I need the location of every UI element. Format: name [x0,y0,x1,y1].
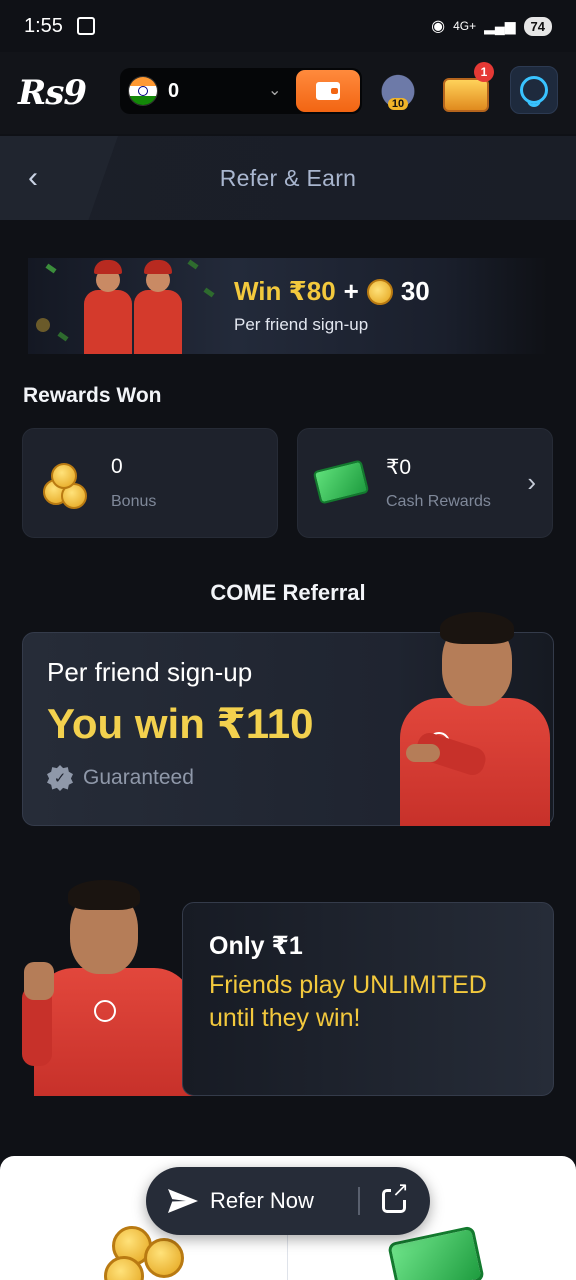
battery-indicator: 74 [523,16,552,36]
unlimited-play-card: Only ₹1 Friends play UNLIMITED until the… [182,902,554,1096]
guaranteed-label: ✓ Guaranteed [47,765,194,791]
fan-figure [134,260,182,354]
wallet-icon [316,82,340,100]
cash-rewards-card[interactable]: ₹0 Cash Rewards › [297,428,553,538]
win-card-subtitle: Per friend sign-up [47,657,253,687]
ambassador-figure-thumbs-up [20,876,198,1096]
balance-amount: 0 [168,79,180,102]
status-time: 1:55 [24,14,63,37]
network-type: 4G+ [453,19,477,33]
app-header: Rs9 0 ⌄ 10 1 [0,52,576,134]
only-price-text: Only ₹1 [209,932,303,960]
promo-win-amount: Win ₹80 [234,276,336,306]
promo-coin-amount: 30 [400,276,430,306]
bonus-value: 0 [111,455,123,478]
send-icon [168,1189,198,1213]
hotspot-icon: ◉ [431,18,446,35]
signal-icon: ▂▄▆ [484,17,516,34]
promo-plus: + [343,276,359,306]
win-card-amount: You win ₹110 [47,700,314,747]
pot-icon[interactable]: 10 [376,66,420,112]
status-bar: 1:55 ◉ 4G+ ▂▄▆ 74 [0,0,576,52]
coin-icon [366,278,393,305]
ambassador-figure [380,608,556,826]
refer-now-label: Refer Now [210,1188,314,1213]
promo-banner[interactable]: Win ₹80 + 30 Per friend sign-up [28,258,548,354]
promo-subtitle: Per friend sign-up [234,315,369,334]
button-divider [358,1187,360,1215]
qr-scan-icon [76,17,95,35]
cash-icon [312,459,370,505]
cash-label: Cash Rewards [386,493,491,510]
treasure-chest-icon[interactable]: 1 [442,62,494,114]
cash-value: ₹0 [386,456,412,479]
divider [287,1230,288,1280]
pot-badge: 10 [387,98,409,110]
refer-now-button[interactable]: Refer Now [146,1167,430,1235]
unlimited-description: Friends play UNLIMITED until they win! [209,971,487,1032]
come-referral-heading: COME Referral [210,580,366,605]
fan-figure [84,260,132,354]
chevron-down-icon[interactable]: ⌄ [268,80,281,100]
title-bar: ‹ Refer & Earn [0,136,576,220]
share-icon[interactable] [382,1180,410,1213]
wallet-button[interactable] [296,70,360,112]
verified-badge-icon: ✓ [47,765,73,791]
support-icon[interactable] [510,66,558,114]
notification-badge: 1 [474,62,494,82]
chevron-right-icon[interactable]: › [527,467,536,498]
bonus-card[interactable]: 0 Bonus [22,428,278,538]
balance-selector[interactable]: 0 ⌄ [120,68,362,114]
app-logo[interactable]: Rs9 [18,73,108,113]
page-title: Refer & Earn [219,164,357,191]
guaranteed-text: Guaranteed [83,766,194,789]
india-flag-icon [128,76,158,106]
back-arrow-icon[interactable]: ‹ [28,160,62,196]
rewards-heading: Rewards Won [23,384,162,407]
bonus-label: Bonus [111,493,157,510]
coin-icon [43,463,91,509]
